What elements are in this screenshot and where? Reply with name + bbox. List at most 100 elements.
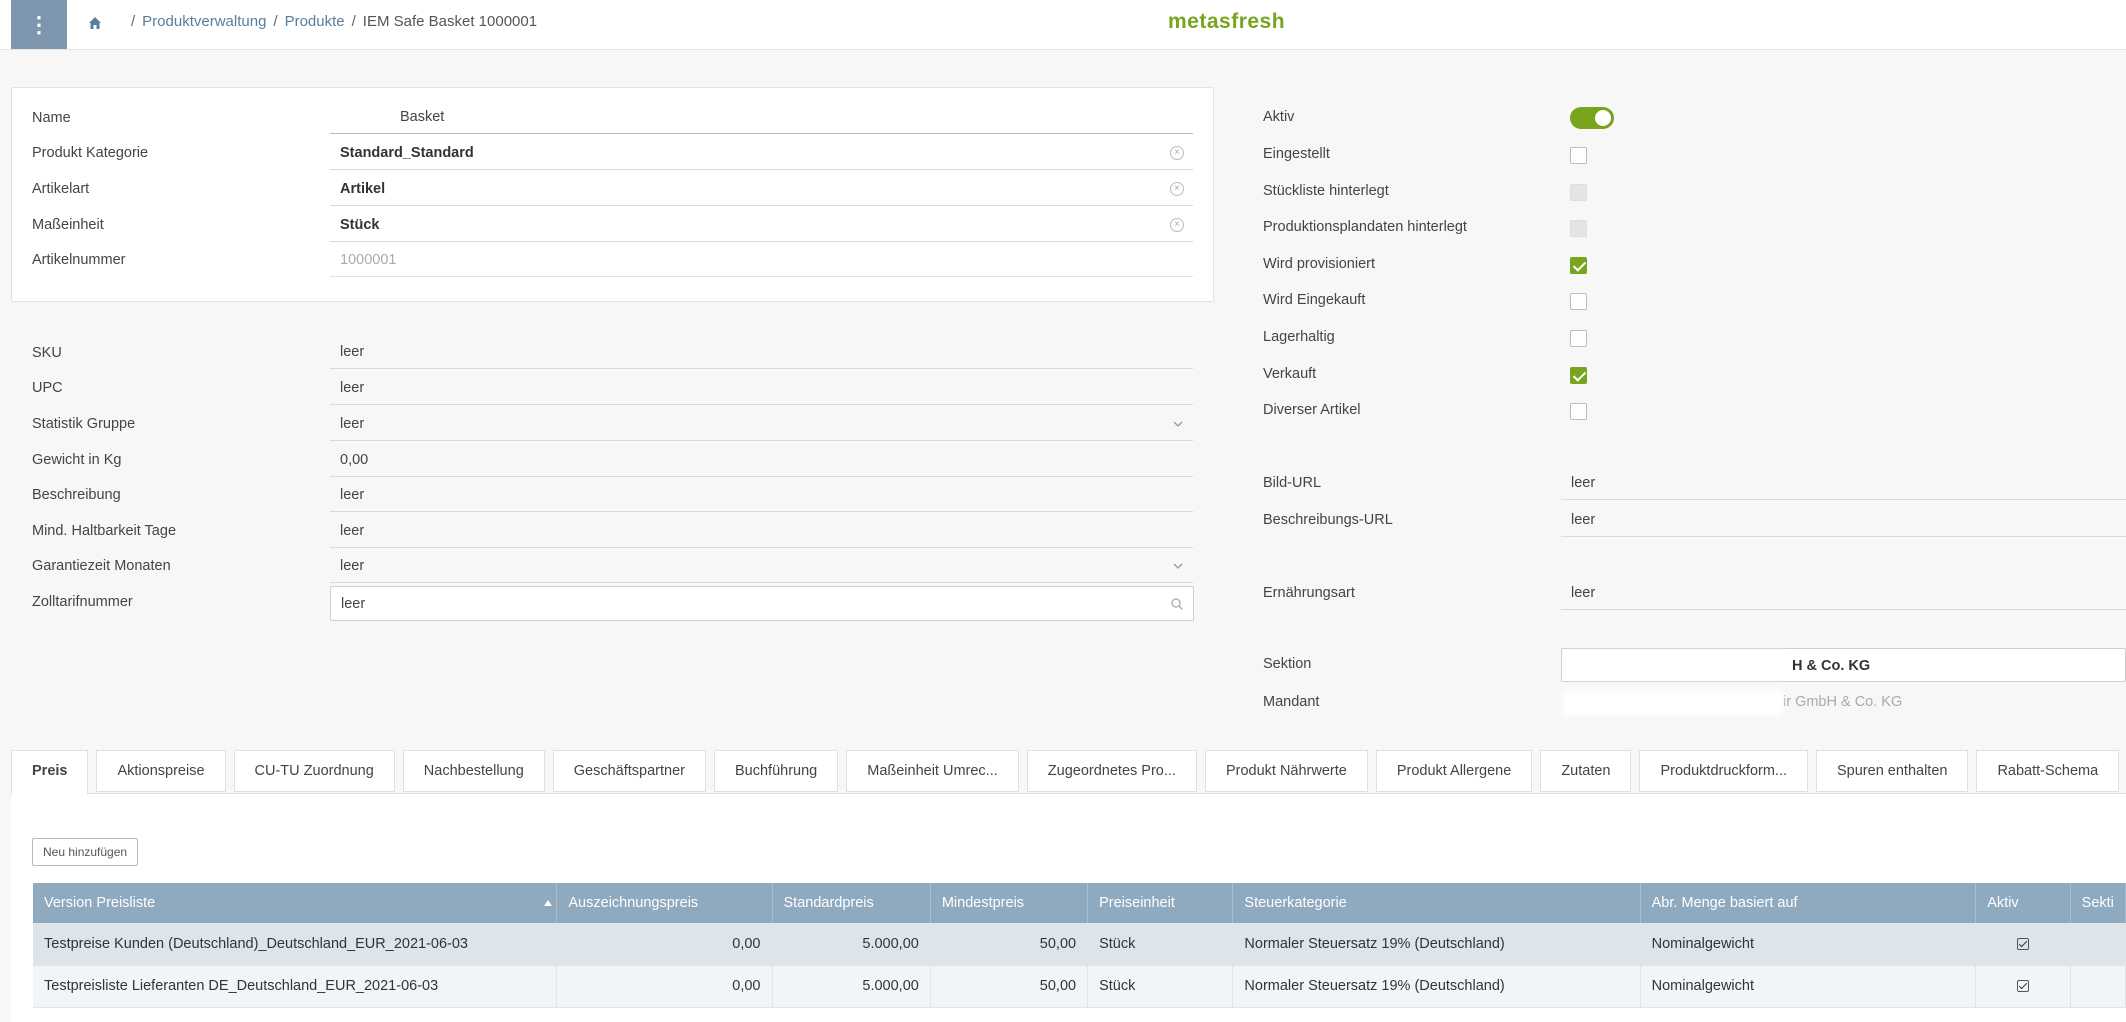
bild-url-label: Bild-URL xyxy=(1263,475,1322,491)
gewicht-input[interactable]: 0,00 xyxy=(330,443,1193,477)
column-header[interactable]: Steuerkategorie xyxy=(1232,883,1641,923)
verkauft-checkbox[interactable] xyxy=(1570,367,1587,384)
clear-icon[interactable]: × xyxy=(1170,182,1184,196)
table-cell: Stück xyxy=(1087,965,1234,1008)
check-icon[interactable] xyxy=(2016,937,2029,950)
table-cell: Testpreisliste Lieferanten DE_Deutschlan… xyxy=(33,965,558,1008)
tab-spuren-enthalten[interactable]: Spuren enthalten xyxy=(1816,750,1969,792)
breadcrumb-produkte[interactable]: Produkte xyxy=(285,13,345,30)
table-cell: 5.000,00 xyxy=(772,965,931,1008)
tab-geschaeftspartner[interactable]: Geschäftspartner xyxy=(552,750,706,792)
name-input[interactable]: Basket xyxy=(330,100,1193,134)
check-icon[interactable] xyxy=(2016,980,2029,993)
sku-label: SKU xyxy=(32,345,62,361)
tab-zugeordnetes-produkt[interactable]: Zugeordnetes Pro... xyxy=(1026,750,1197,792)
tab-buchfuehrung[interactable]: Buchführung xyxy=(714,750,839,792)
table-cell: 50,00 xyxy=(930,965,1089,1008)
table-cell: Nominalgewicht xyxy=(1640,923,1977,966)
divers-label: Diverser Artikel xyxy=(1263,402,1361,418)
column-header[interactable]: Sekti xyxy=(2070,883,2126,923)
tab-preis[interactable]: Preis xyxy=(11,750,89,795)
aktiv-toggle[interactable] xyxy=(1570,107,1614,129)
tab-nachbestellung[interactable]: Nachbestellung xyxy=(402,750,545,792)
column-header[interactable]: Abr. Menge basiert auf xyxy=(1640,883,1977,923)
redaction-patch xyxy=(1566,652,1786,678)
aktiv-label: Aktiv xyxy=(1263,109,1295,125)
tab-produktdruckformat[interactable]: Produktdruckform... xyxy=(1639,750,1808,792)
masseinheit-field[interactable]: Stück xyxy=(330,208,1193,242)
garantiezeit-select[interactable]: leer xyxy=(330,549,1193,583)
clear-icon[interactable]: × xyxy=(1170,218,1184,232)
home-icon[interactable] xyxy=(86,14,104,32)
tab-zutaten[interactable]: Zutaten xyxy=(1540,750,1632,792)
lagerhaltig-checkbox[interactable] xyxy=(1570,330,1587,347)
statistik-gruppe-select[interactable]: leer xyxy=(330,407,1193,441)
breadcrumb-produktverwaltung[interactable]: Produktverwaltung xyxy=(142,13,266,30)
chevron-down-icon[interactable] xyxy=(1171,417,1185,431)
produkt-kategorie-label: Produkt Kategorie xyxy=(32,145,149,161)
tab-masseinheit-umrechnung[interactable]: Maßeinheit Umrec... xyxy=(846,750,1019,792)
bild-url-input[interactable]: leer xyxy=(1561,466,2126,500)
haltbarkeit-label: Mind. Haltbarkeit Tage xyxy=(32,523,177,539)
upc-label: UPC xyxy=(32,380,63,396)
column-header[interactable]: Version Preisliste xyxy=(33,883,558,923)
tab-cu-tu-zuordnung[interactable]: CU-TU Zuordnung xyxy=(233,750,395,792)
name-label: Name xyxy=(32,110,71,126)
eingestellt-checkbox[interactable] xyxy=(1570,147,1587,164)
gewicht-label: Gewicht in Kg xyxy=(32,452,122,468)
table-cell xyxy=(2070,965,2126,1008)
sektion-label: Sektion xyxy=(1263,656,1312,672)
eingekauft-checkbox[interactable] xyxy=(1570,293,1587,310)
beschreibungs-url-input[interactable]: leer xyxy=(1561,503,2126,537)
table-cell xyxy=(1975,965,2071,1008)
tab-aktionspreise[interactable]: Aktionspreise xyxy=(96,750,226,792)
clear-icon[interactable]: × xyxy=(1170,146,1184,160)
divers-checkbox[interactable] xyxy=(1570,403,1587,420)
artikelnummer-field: 1000001 xyxy=(330,243,1193,277)
haltbarkeit-input[interactable]: leer xyxy=(330,514,1193,548)
artikelnummer-label: Artikelnummer xyxy=(32,252,126,268)
produkt-kategorie-field[interactable]: Standard_Standard xyxy=(330,136,1193,170)
chevron-down-icon[interactable] xyxy=(1171,559,1185,573)
table-cell: Testpreise Kunden (Deutschland)_Deutschl… xyxy=(33,923,558,966)
menu-dots-icon[interactable]: ⋮ xyxy=(11,0,67,49)
verkauft-label: Verkauft xyxy=(1263,366,1317,382)
eingestellt-label: Eingestellt xyxy=(1263,146,1330,162)
sku-input[interactable]: leer xyxy=(330,335,1193,369)
redaction-patch xyxy=(1563,690,1783,716)
column-header[interactable]: Standardpreis xyxy=(772,883,931,923)
zolltarifnummer-label: Zolltarifnummer xyxy=(32,594,133,610)
sort-asc-icon[interactable] xyxy=(544,900,553,906)
ernaehrungsart-input[interactable]: leer xyxy=(1561,576,2126,610)
ernaehrungsart-label: Ernährungsart xyxy=(1263,585,1355,601)
artikelart-field[interactable]: Artikel xyxy=(330,172,1193,206)
search-icon[interactable] xyxy=(1170,597,1184,611)
tab-produkt-allergene[interactable]: Produkt Allergene xyxy=(1375,750,1533,792)
column-header[interactable]: Auszeichnungspreis xyxy=(556,883,773,923)
zolltarifnummer-input[interactable]: leer xyxy=(330,586,1194,621)
beschreibung-label: Beschreibung xyxy=(32,487,121,503)
column-header[interactable]: Mindestpreis xyxy=(930,883,1089,923)
add-new-button[interactable]: Neu hinzufügen xyxy=(32,838,139,866)
table-row[interactable]: Testpreise Kunden (Deutschland)_Deutschl… xyxy=(33,923,2126,966)
mandant-label: Mandant xyxy=(1263,694,1320,710)
statistik-gruppe-label: Statistik Gruppe xyxy=(32,416,136,432)
table-cell: Nominalgewicht xyxy=(1640,965,1977,1008)
metasfresh-logo: metasfresh xyxy=(1168,10,1286,33)
table-row[interactable]: Testpreisliste Lieferanten DE_Deutschlan… xyxy=(33,965,2126,1008)
table-cell: 0,00 xyxy=(556,923,773,966)
app-header: ⋮ / Produktverwaltung / Produkte / IEM S… xyxy=(0,0,2126,50)
column-header[interactable]: Preiseinheit xyxy=(1087,883,1234,923)
table-cell: Normaler Steuersatz 19% (Deutschland) xyxy=(1232,965,1641,1008)
tab-produkt-naehrwerte[interactable]: Produkt Nährwerte xyxy=(1204,750,1368,792)
table-cell xyxy=(2070,923,2126,966)
upc-input[interactable]: leer xyxy=(330,371,1193,405)
table-header-row: Version Preisliste Auszeichnungspreis St… xyxy=(33,883,2126,923)
beschreibung-input[interactable]: leer xyxy=(330,478,1193,512)
tab-rabatt-schema[interactable]: Rabatt-Schema xyxy=(1976,750,2120,792)
breadcrumb-current[interactable]: IEM Safe Basket 1000001 xyxy=(363,13,537,30)
column-header[interactable]: Aktiv xyxy=(1975,883,2071,923)
eingekauft-label: Wird Eingekauft xyxy=(1263,292,1366,308)
garantiezeit-label: Garantiezeit Monaten xyxy=(32,558,171,574)
provisioniert-checkbox[interactable] xyxy=(1570,257,1587,274)
